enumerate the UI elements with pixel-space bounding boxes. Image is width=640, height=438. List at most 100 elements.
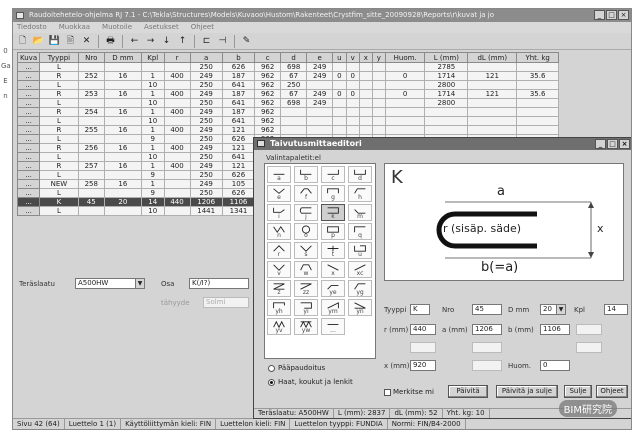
table-cell[interactable]: L: [39, 170, 79, 180]
table-cell[interactable]: [103, 98, 142, 108]
table-cell[interactable]: [345, 80, 360, 90]
table-cell[interactable]: [103, 188, 142, 198]
table-cell[interactable]: 9: [140, 134, 165, 144]
shape-option-yi[interactable]: yi: [294, 299, 318, 316]
shape-option-xc[interactable]: xc: [348, 261, 372, 278]
shape-option-ym[interactable]: ym: [321, 299, 345, 316]
table-cell[interactable]: 121: [221, 161, 256, 171]
table-cell[interactable]: [516, 107, 559, 117]
table-cell[interactable]: 962: [254, 71, 282, 81]
shape-option-n[interactable]: n: [267, 223, 291, 240]
save-icon[interactable]: 💾: [48, 35, 61, 48]
table-cell[interactable]: 1341: [221, 206, 256, 216]
table-cell[interactable]: [103, 170, 142, 180]
table-cell[interactable]: [280, 125, 308, 135]
table-cell[interactable]: 1: [140, 107, 165, 117]
new-icon[interactable]: 🗋: [16, 35, 29, 48]
table-cell[interactable]: 1: [140, 89, 165, 99]
table-cell[interactable]: 0: [384, 89, 426, 99]
table-cell[interactable]: 1206: [189, 197, 223, 207]
table-cell[interactable]: 249: [306, 62, 334, 72]
table-cell[interactable]: [77, 134, 105, 144]
menu-item[interactable]: Tiedosto: [17, 22, 47, 33]
table-cell[interactable]: [103, 134, 142, 144]
nro-input[interactable]: 45: [472, 304, 502, 315]
table-cell[interactable]: [77, 170, 105, 180]
shape-option-j[interactable]: j: [294, 204, 318, 221]
table-cell[interactable]: 121: [221, 125, 256, 135]
shape-option-a[interactable]: a: [267, 166, 291, 183]
table-cell[interactable]: L: [39, 134, 79, 144]
table-cell[interactable]: [103, 62, 142, 72]
shape-option-yw[interactable]: yw: [294, 318, 318, 335]
open-icon[interactable]: 📂: [32, 35, 45, 48]
table-cell[interactable]: [358, 80, 373, 90]
table-cell[interactable]: [516, 80, 559, 90]
a-input[interactable]: 1206: [472, 324, 502, 335]
table-cell[interactable]: 254: [77, 107, 105, 117]
row-shape-cell[interactable]: ...: [16, 197, 41, 207]
table-cell[interactable]: 250: [189, 116, 223, 126]
table-cell[interactable]: [424, 116, 469, 126]
table-cell[interactable]: [163, 179, 191, 189]
table-cell[interactable]: [332, 62, 347, 72]
table-row[interactable]: ... R 255 16 1 400 249 121 962: [16, 125, 559, 135]
column-header[interactable]: d: [280, 52, 308, 63]
table-cell[interactable]: L: [39, 116, 79, 126]
table-cell[interactable]: [358, 107, 373, 117]
mark-checkbox[interactable]: Merkitse mi: [384, 388, 434, 396]
table-cell[interactable]: 400: [163, 143, 191, 153]
table-cell[interactable]: NEW: [39, 179, 79, 189]
table-cell[interactable]: 0: [384, 71, 426, 81]
table-cell[interactable]: [424, 125, 469, 135]
table-row[interactable]: ... R 252 16 1 400 249 187 962 67 249 0 0 0 1714 121 35.…: [16, 71, 559, 81]
table-row[interactable]: ... L 10 250 641 962 698 249 2800: [16, 98, 559, 108]
table-cell[interactable]: 1714: [424, 89, 469, 99]
row-shape-cell[interactable]: ...: [16, 170, 41, 180]
table-cell[interactable]: 257: [77, 161, 105, 171]
table-cell[interactable]: 10: [140, 116, 165, 126]
table-cell[interactable]: 250: [189, 170, 223, 180]
table-cell[interactable]: 35.6: [516, 71, 559, 81]
table-cell[interactable]: 35.6: [516, 89, 559, 99]
table-cell[interactable]: 1: [140, 71, 165, 81]
table-cell[interactable]: [516, 62, 559, 72]
column-header[interactable]: Tyyppi: [39, 52, 79, 63]
shape-option-w[interactable]: w: [294, 261, 318, 278]
table-cell[interactable]: [77, 206, 105, 216]
table-cell[interactable]: 10: [140, 98, 165, 108]
maximize-button[interactable]: □: [606, 10, 617, 20]
table-cell[interactable]: [358, 71, 373, 81]
shape-icon[interactable]: ⊏: [200, 35, 213, 48]
table-cell[interactable]: 2785: [424, 62, 469, 72]
shape-option-b[interactable]: b: [294, 166, 318, 183]
table-cell[interactable]: 0: [332, 89, 347, 99]
column-header[interactable]: b: [221, 52, 256, 63]
table-cell[interactable]: 10: [140, 80, 165, 90]
row-shape-cell[interactable]: ...: [16, 152, 41, 162]
printer-icon[interactable]: 🖶: [104, 35, 117, 48]
table-cell[interactable]: [103, 116, 142, 126]
shape-option-k[interactable]: k: [321, 204, 345, 221]
table-cell[interactable]: [345, 107, 360, 117]
shape-option-g[interactable]: g: [321, 185, 345, 202]
row-shape-cell[interactable]: ...: [16, 116, 41, 126]
row-shape-cell[interactable]: ...: [16, 188, 41, 198]
table-cell[interactable]: [371, 89, 386, 99]
table-cell[interactable]: 249: [189, 161, 223, 171]
table-cell[interactable]: 187: [221, 89, 256, 99]
column-header[interactable]: u: [332, 52, 347, 63]
table-cell[interactable]: [384, 107, 426, 117]
table-cell[interactable]: L: [39, 152, 79, 162]
table-cell[interactable]: [306, 125, 334, 135]
table-cell[interactable]: 250: [189, 152, 223, 162]
table-cell[interactable]: [358, 62, 373, 72]
dialog-maximize-button[interactable]: □: [607, 139, 618, 149]
table-cell[interactable]: 1106: [221, 197, 256, 207]
row-shape-cell[interactable]: ...: [16, 161, 41, 171]
table-cell[interactable]: [140, 62, 165, 72]
dialog-minimize-button[interactable]: _: [595, 139, 606, 149]
arrow-left-icon[interactable]: ←: [128, 35, 141, 48]
shape-option-p[interactable]: p: [321, 223, 345, 240]
table-cell[interactable]: [306, 80, 334, 90]
